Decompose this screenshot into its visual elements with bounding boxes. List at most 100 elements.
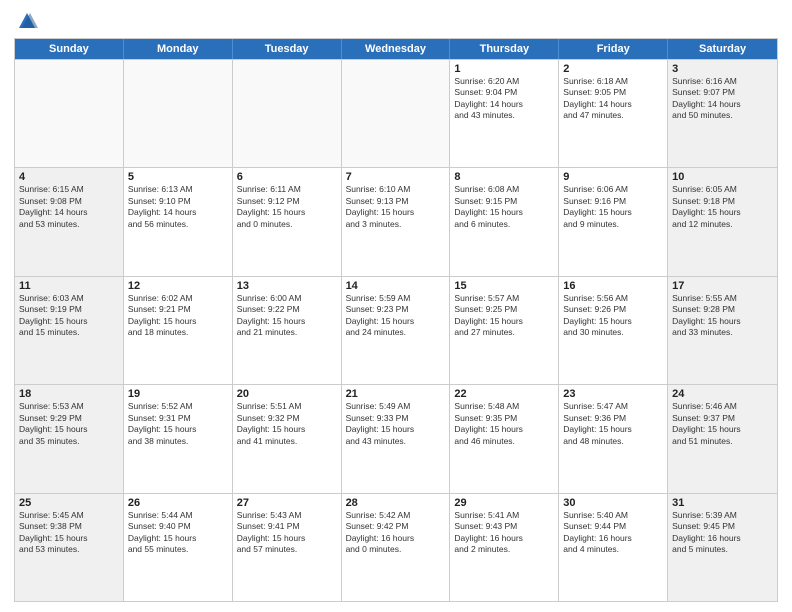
day-number: 11: [19, 280, 119, 292]
calendar-cell: 25Sunrise: 5:45 AMSunset: 9:38 PMDayligh…: [15, 494, 124, 601]
calendar-cell: 8Sunrise: 6:08 AMSunset: 9:15 PMDaylight…: [450, 168, 559, 275]
calendar-week-4: 18Sunrise: 5:53 AMSunset: 9:29 PMDayligh…: [15, 384, 777, 492]
calendar-cell: 9Sunrise: 6:06 AMSunset: 9:16 PMDaylight…: [559, 168, 668, 275]
calendar-cell: [342, 60, 451, 167]
day-number: 8: [454, 171, 554, 183]
header-cell-monday: Monday: [124, 39, 233, 59]
logo-icon: [16, 10, 38, 32]
day-number: 14: [346, 280, 446, 292]
calendar-cell: 26Sunrise: 5:44 AMSunset: 9:40 PMDayligh…: [124, 494, 233, 601]
calendar-week-3: 11Sunrise: 6:03 AMSunset: 9:19 PMDayligh…: [15, 276, 777, 384]
cell-info: Sunrise: 6:08 AMSunset: 9:15 PMDaylight:…: [454, 184, 554, 230]
calendar-cell: 31Sunrise: 5:39 AMSunset: 9:45 PMDayligh…: [668, 494, 777, 601]
cell-info: Sunrise: 5:45 AMSunset: 9:38 PMDaylight:…: [19, 510, 119, 556]
day-number: 20: [237, 388, 337, 400]
cell-info: Sunrise: 6:06 AMSunset: 9:16 PMDaylight:…: [563, 184, 663, 230]
calendar-week-2: 4Sunrise: 6:15 AMSunset: 9:08 PMDaylight…: [15, 167, 777, 275]
cell-info: Sunrise: 5:52 AMSunset: 9:31 PMDaylight:…: [128, 401, 228, 447]
calendar-cell: 2Sunrise: 6:18 AMSunset: 9:05 PMDaylight…: [559, 60, 668, 167]
cell-info: Sunrise: 6:15 AMSunset: 9:08 PMDaylight:…: [19, 184, 119, 230]
day-number: 25: [19, 497, 119, 509]
calendar-week-1: 1Sunrise: 6:20 AMSunset: 9:04 PMDaylight…: [15, 59, 777, 167]
day-number: 2: [563, 63, 663, 75]
calendar-cell: 1Sunrise: 6:20 AMSunset: 9:04 PMDaylight…: [450, 60, 559, 167]
day-number: 4: [19, 171, 119, 183]
calendar-cell: 13Sunrise: 6:00 AMSunset: 9:22 PMDayligh…: [233, 277, 342, 384]
calendar-cell: 5Sunrise: 6:13 AMSunset: 9:10 PMDaylight…: [124, 168, 233, 275]
calendar-cell: 14Sunrise: 5:59 AMSunset: 9:23 PMDayligh…: [342, 277, 451, 384]
day-number: 12: [128, 280, 228, 292]
calendar-cell: 6Sunrise: 6:11 AMSunset: 9:12 PMDaylight…: [233, 168, 342, 275]
cell-info: Sunrise: 6:00 AMSunset: 9:22 PMDaylight:…: [237, 293, 337, 339]
calendar-body: 1Sunrise: 6:20 AMSunset: 9:04 PMDaylight…: [15, 59, 777, 601]
header-cell-saturday: Saturday: [668, 39, 777, 59]
day-number: 6: [237, 171, 337, 183]
cell-info: Sunrise: 5:51 AMSunset: 9:32 PMDaylight:…: [237, 401, 337, 447]
calendar-cell: 4Sunrise: 6:15 AMSunset: 9:08 PMDaylight…: [15, 168, 124, 275]
day-number: 13: [237, 280, 337, 292]
cell-info: Sunrise: 6:18 AMSunset: 9:05 PMDaylight:…: [563, 76, 663, 122]
day-number: 3: [672, 63, 773, 75]
calendar-cell: [124, 60, 233, 167]
calendar-cell: 21Sunrise: 5:49 AMSunset: 9:33 PMDayligh…: [342, 385, 451, 492]
cell-info: Sunrise: 6:10 AMSunset: 9:13 PMDaylight:…: [346, 184, 446, 230]
cell-info: Sunrise: 5:40 AMSunset: 9:44 PMDaylight:…: [563, 510, 663, 556]
day-number: 21: [346, 388, 446, 400]
calendar-cell: 7Sunrise: 6:10 AMSunset: 9:13 PMDaylight…: [342, 168, 451, 275]
calendar-cell: 3Sunrise: 6:16 AMSunset: 9:07 PMDaylight…: [668, 60, 777, 167]
cell-info: Sunrise: 5:49 AMSunset: 9:33 PMDaylight:…: [346, 401, 446, 447]
day-number: 27: [237, 497, 337, 509]
calendar: SundayMondayTuesdayWednesdayThursdayFrid…: [14, 38, 778, 602]
cell-info: Sunrise: 5:56 AMSunset: 9:26 PMDaylight:…: [563, 293, 663, 339]
calendar-cell: 20Sunrise: 5:51 AMSunset: 9:32 PMDayligh…: [233, 385, 342, 492]
calendar-cell: 29Sunrise: 5:41 AMSunset: 9:43 PMDayligh…: [450, 494, 559, 601]
cell-info: Sunrise: 5:43 AMSunset: 9:41 PMDaylight:…: [237, 510, 337, 556]
day-number: 1: [454, 63, 554, 75]
calendar-cell: 15Sunrise: 5:57 AMSunset: 9:25 PMDayligh…: [450, 277, 559, 384]
cell-info: Sunrise: 5:53 AMSunset: 9:29 PMDaylight:…: [19, 401, 119, 447]
day-number: 26: [128, 497, 228, 509]
cell-info: Sunrise: 5:55 AMSunset: 9:28 PMDaylight:…: [672, 293, 773, 339]
day-number: 10: [672, 171, 773, 183]
calendar-cell: 28Sunrise: 5:42 AMSunset: 9:42 PMDayligh…: [342, 494, 451, 601]
calendar-week-5: 25Sunrise: 5:45 AMSunset: 9:38 PMDayligh…: [15, 493, 777, 601]
calendar-cell: 11Sunrise: 6:03 AMSunset: 9:19 PMDayligh…: [15, 277, 124, 384]
cell-info: Sunrise: 6:02 AMSunset: 9:21 PMDaylight:…: [128, 293, 228, 339]
day-number: 29: [454, 497, 554, 509]
header-cell-friday: Friday: [559, 39, 668, 59]
day-number: 7: [346, 171, 446, 183]
day-number: 31: [672, 497, 773, 509]
cell-info: Sunrise: 5:44 AMSunset: 9:40 PMDaylight:…: [128, 510, 228, 556]
cell-info: Sunrise: 5:41 AMSunset: 9:43 PMDaylight:…: [454, 510, 554, 556]
calendar-cell: [233, 60, 342, 167]
calendar-cell: 17Sunrise: 5:55 AMSunset: 9:28 PMDayligh…: [668, 277, 777, 384]
day-number: 9: [563, 171, 663, 183]
day-number: 15: [454, 280, 554, 292]
calendar-cell: 19Sunrise: 5:52 AMSunset: 9:31 PMDayligh…: [124, 385, 233, 492]
day-number: 18: [19, 388, 119, 400]
cell-info: Sunrise: 5:39 AMSunset: 9:45 PMDaylight:…: [672, 510, 773, 556]
day-number: 5: [128, 171, 228, 183]
cell-info: Sunrise: 6:03 AMSunset: 9:19 PMDaylight:…: [19, 293, 119, 339]
calendar-cell: 27Sunrise: 5:43 AMSunset: 9:41 PMDayligh…: [233, 494, 342, 601]
day-number: 24: [672, 388, 773, 400]
day-number: 19: [128, 388, 228, 400]
day-number: 22: [454, 388, 554, 400]
calendar-cell: 22Sunrise: 5:48 AMSunset: 9:35 PMDayligh…: [450, 385, 559, 492]
header-cell-sunday: Sunday: [15, 39, 124, 59]
calendar-cell: 30Sunrise: 5:40 AMSunset: 9:44 PMDayligh…: [559, 494, 668, 601]
cell-info: Sunrise: 5:47 AMSunset: 9:36 PMDaylight:…: [563, 401, 663, 447]
day-number: 30: [563, 497, 663, 509]
calendar-cell: 23Sunrise: 5:47 AMSunset: 9:36 PMDayligh…: [559, 385, 668, 492]
calendar-cell: 16Sunrise: 5:56 AMSunset: 9:26 PMDayligh…: [559, 277, 668, 384]
calendar-cell: 12Sunrise: 6:02 AMSunset: 9:21 PMDayligh…: [124, 277, 233, 384]
calendar-cell: 18Sunrise: 5:53 AMSunset: 9:29 PMDayligh…: [15, 385, 124, 492]
cell-info: Sunrise: 6:11 AMSunset: 9:12 PMDaylight:…: [237, 184, 337, 230]
calendar-header: SundayMondayTuesdayWednesdayThursdayFrid…: [15, 39, 777, 59]
cell-info: Sunrise: 6:20 AMSunset: 9:04 PMDaylight:…: [454, 76, 554, 122]
calendar-cell: [15, 60, 124, 167]
header-cell-thursday: Thursday: [450, 39, 559, 59]
cell-info: Sunrise: 5:59 AMSunset: 9:23 PMDaylight:…: [346, 293, 446, 339]
page: SundayMondayTuesdayWednesdayThursdayFrid…: [0, 0, 792, 612]
day-number: 23: [563, 388, 663, 400]
